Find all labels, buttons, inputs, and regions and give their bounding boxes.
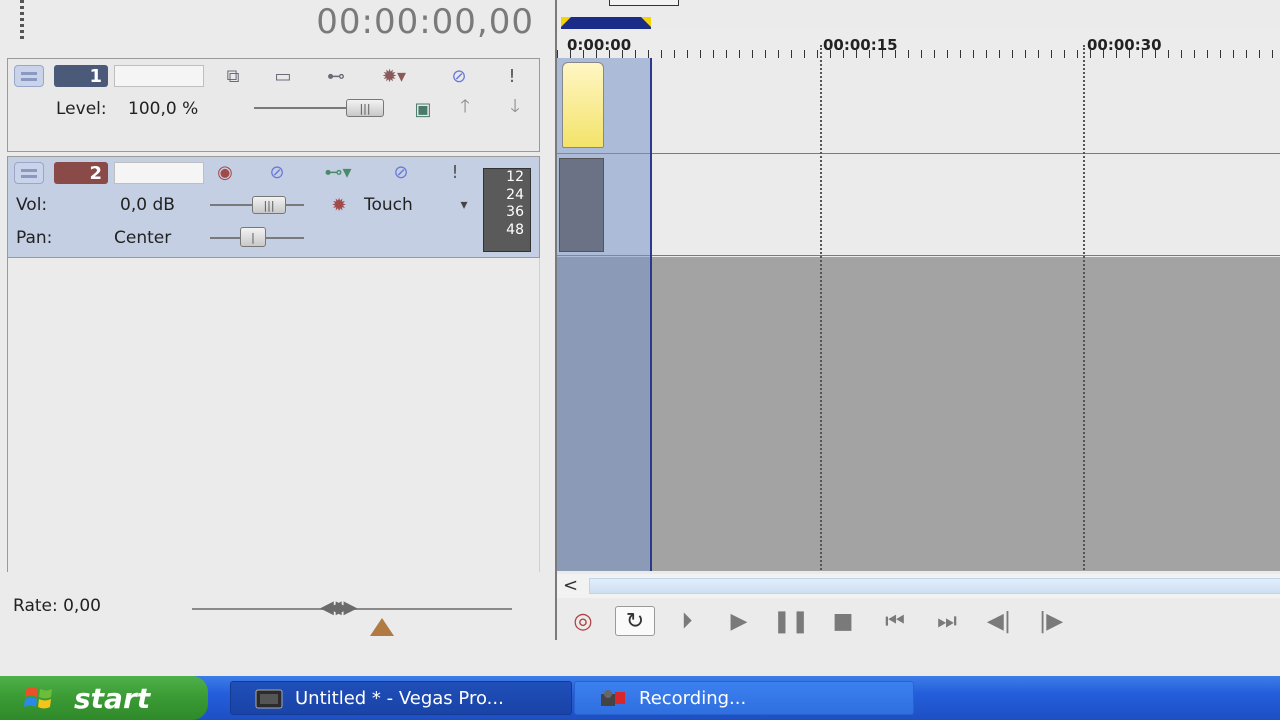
audio-level-meter: 12 24 36 48 (483, 168, 531, 252)
audio-clip[interactable] (559, 158, 604, 252)
timeline[interactable]: 0:00:00 00:00:15 00:00:30 < ◎ ↻ ⏵ ▶ ❚❚ ■… (555, 0, 1280, 640)
track-motion-icon[interactable]: ⧉ (218, 63, 248, 89)
taskbar-item-recording[interactable]: Recording... (574, 681, 914, 715)
rate-label: Rate: 0,00 (13, 596, 101, 616)
horizontal-scrollbar[interactable]: < (557, 574, 1280, 598)
track-number: 1 (54, 65, 108, 87)
pan-label: Pan: (16, 228, 53, 248)
loop-region-bar[interactable] (561, 17, 651, 29)
pan-value: Center (114, 228, 172, 248)
pause-icon[interactable]: ❚❚ (771, 606, 811, 636)
settings-gear-icon[interactable]: ✹▾ (370, 63, 418, 89)
track-header-audio[interactable]: 2 ◉ ⊘ ⊷▾ ⊘ ! Vol: 0,0 dB ||| ✹ Touch ▾ P… (7, 156, 540, 258)
level-value: 100,0 % (128, 99, 199, 119)
arm-record-icon[interactable]: ◉ (210, 159, 240, 185)
track-list-panel: 00:00:00,00 1 ⧉ ▭ ⊷ ✹▾ ⊘ ! Level: 100,0 … (0, 0, 548, 672)
arrow-up-icon[interactable]: 🡑 (454, 96, 476, 121)
time-ruler[interactable]: 0:00:00 00:00:15 00:00:30 (557, 30, 1280, 58)
loop-icon[interactable]: ↻ (615, 606, 655, 636)
ruler-ticks (557, 50, 1280, 58)
video-clip[interactable] (562, 62, 604, 148)
collapse-track-icon[interactable] (14, 162, 44, 184)
audio-track-lane[interactable] (557, 155, 1280, 256)
track-name-field[interactable] (114, 65, 204, 87)
level-slider-thumb[interactable]: ||| (346, 99, 384, 117)
video-track-lane[interactable] (557, 58, 1280, 154)
rate-slider-track[interactable] (192, 608, 512, 610)
arrow-down-icon[interactable]: 🡓 (504, 96, 526, 121)
go-to-start-icon[interactable]: ⏮ (875, 606, 915, 636)
next-frame-icon[interactable]: |▶ (1031, 606, 1071, 636)
automation-dropdown-icon[interactable]: ▾ (454, 193, 474, 217)
level-label: Level: (56, 99, 107, 119)
track-fx-icon[interactable]: ▭ (266, 63, 300, 89)
timeline-empty-area[interactable] (557, 257, 1280, 571)
scrollbar-thumb[interactable] (589, 578, 1280, 594)
vol-slider-thumb[interactable]: ||| (252, 196, 286, 214)
invert-phase-icon[interactable]: ⊘ (262, 159, 292, 185)
meter-label: 48 (506, 221, 524, 238)
track-header-video[interactable]: 1 ⧉ ▭ ⊷ ✹▾ ⊘ ! Level: 100,0 % ||| ▣ 🡑 🡓 (7, 58, 540, 152)
marker-box (609, 0, 679, 6)
record-icon[interactable]: ◎ (563, 606, 603, 636)
play-from-start-icon[interactable]: ⏵ (667, 606, 707, 636)
vol-label: Vol: (16, 195, 48, 215)
go-to-end-icon[interactable]: ⏭ (927, 606, 967, 636)
rate-arrows-icon: ◀◀▶▶ (320, 597, 357, 618)
solo-icon[interactable]: ! (500, 63, 524, 89)
taskbar-item-label: Untitled * - Vegas Pro... (295, 687, 504, 709)
transport-bar: ◎ ↻ ⏵ ▶ ❚❚ ■ ⏮ ⏭ ◀| |▶ (557, 600, 1280, 640)
vol-value: 0,0 dB (120, 195, 175, 215)
rate-slider-thumb[interactable] (370, 618, 394, 636)
windows-logo-icon (24, 687, 52, 709)
panel-grip[interactable] (20, 0, 24, 40)
time-display: 00:00:00,00 (316, 2, 534, 42)
compositing-icon[interactable]: ▣ (408, 97, 438, 121)
meter-label: 12 (506, 169, 524, 185)
meter-label: 24 (506, 186, 524, 203)
grid-line (820, 45, 822, 570)
track-number: 2 (54, 162, 108, 184)
automation-mode[interactable]: Touch (364, 195, 413, 215)
previous-frame-icon[interactable]: ◀| (979, 606, 1019, 636)
solo-icon[interactable]: ! (444, 159, 466, 185)
play-icon[interactable]: ▶ (719, 606, 759, 636)
meter-label: 36 (506, 204, 524, 220)
pan-slider-thumb[interactable]: | (240, 227, 266, 247)
taskbar-item-label: Recording... (639, 687, 747, 709)
start-label: start (74, 681, 151, 715)
mute-icon[interactable]: ⊘ (444, 63, 474, 89)
stop-icon[interactable]: ■ (823, 606, 863, 636)
mute-icon[interactable]: ⊘ (386, 159, 416, 185)
track-list-empty-area[interactable] (7, 258, 540, 572)
automation-gear-icon[interactable]: ✹ (324, 193, 354, 217)
track-name-field[interactable] (114, 162, 204, 184)
scroll-left-icon[interactable]: < (563, 575, 578, 596)
recording-camera-icon (601, 690, 625, 706)
vegas-app-icon (255, 689, 283, 709)
track-fx-icon[interactable]: ⊷▾ (308, 159, 368, 185)
taskbar-item-vegas[interactable]: Untitled * - Vegas Pro... (230, 681, 572, 715)
composite-mode-icon[interactable]: ⊷ (318, 63, 354, 89)
grid-line (1083, 45, 1085, 570)
collapse-track-icon[interactable] (14, 65, 44, 87)
